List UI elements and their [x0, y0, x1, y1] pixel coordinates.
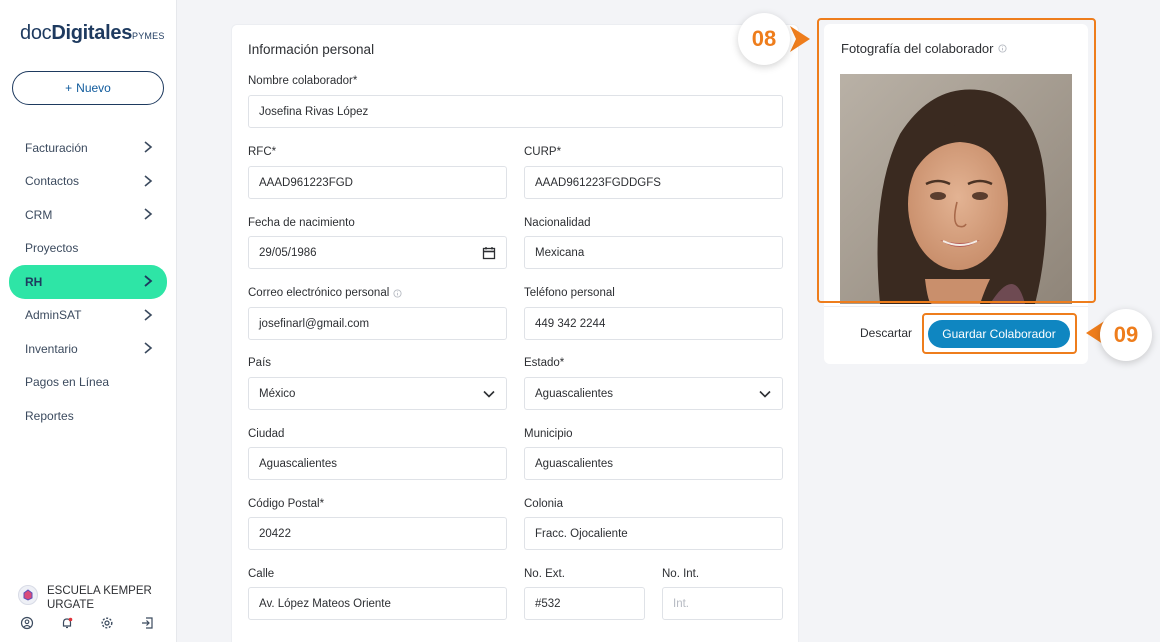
field-label-municipio: Municipio [524, 428, 573, 440]
sidebar-item-pagos[interactable]: Pagos en Línea [0, 366, 177, 400]
new-button-label: Nuevo [76, 81, 111, 95]
sidebar-item-label: AdminSAT [25, 308, 82, 323]
new-button[interactable]: + Nuevo [12, 71, 164, 105]
telefono-input[interactable]: 449 342 2244 [524, 307, 783, 340]
user-circle-icon[interactable] [20, 616, 60, 630]
info-icon[interactable] [393, 288, 402, 298]
field-label-colonia: Colonia [524, 498, 563, 510]
sidebar-footer [20, 616, 180, 630]
save-collaborator-button[interactable]: Guardar Colaborador [928, 320, 1070, 348]
codigo-postal-input[interactable]: 20422 [248, 517, 507, 550]
collaborator-photo[interactable] [840, 74, 1072, 304]
actions-divider [824, 306, 1088, 307]
callout-badge-08: 08 [738, 13, 790, 65]
chevron-right-icon [144, 208, 153, 220]
sidebar-nav: Facturación Contactos CRM Proyectos RH A… [0, 131, 177, 433]
portrait-image [840, 74, 1072, 304]
field-label-estado: Estado* [524, 357, 565, 369]
chevron-right-icon [144, 308, 153, 321]
field-label-pais: País [248, 357, 272, 369]
sidebar-item-proyectos[interactable]: Proyectos [0, 232, 177, 266]
sidebar-item-facturacion[interactable]: Facturación [0, 131, 177, 165]
no-int-input[interactable]: Int. [662, 587, 783, 620]
rfc-input[interactable]: AAAD961223FGD [248, 166, 507, 199]
field-label-no-ext: No. Ext. [524, 568, 565, 580]
sidebar-item-adminsat[interactable]: AdminSAT [0, 299, 177, 333]
photo-title: Fotografía del colaborador [841, 41, 1008, 56]
sidebar-item-label: Reportes [25, 408, 74, 423]
field-label-ciudad: Ciudad [248, 428, 285, 440]
sidebar-item-label: Pagos en Línea [25, 375, 110, 390]
chevron-right-icon [144, 141, 153, 153]
company-logo-icon [18, 585, 38, 605]
chevron-right-icon [144, 275, 153, 287]
sidebar-item-label: Proyectos [25, 241, 79, 256]
sidebar-item-label: Contactos [25, 174, 80, 189]
company-switcher[interactable]: ESCUELA KEMPER URGATE [18, 584, 157, 612]
field-label-nombre: Nombre colaborador* [248, 75, 358, 87]
sidebar-item-reportes[interactable]: Reportes [0, 399, 177, 433]
curp-input[interactable]: AAAD961223FGDDGFS [524, 166, 783, 199]
municipio-input[interactable]: Aguascalientes [524, 447, 783, 480]
no-ext-input[interactable]: #532 [524, 587, 645, 620]
gear-icon[interactable] [100, 616, 140, 630]
field-label-cp: Código Postal* [248, 498, 325, 510]
chevron-right-icon [144, 342, 153, 354]
field-label-rfc: RFC* [248, 146, 277, 158]
colonia-input[interactable]: Fracc. Ojocaliente [524, 517, 783, 550]
callout-badge-09: 09 [1100, 309, 1152, 361]
correo-input[interactable]: josefinarl@gmail.com [248, 307, 507, 340]
sidebar-item-label: Inventario [25, 341, 78, 356]
calendar-icon[interactable] [482, 246, 496, 260]
bell-icon[interactable] [60, 616, 100, 630]
chevron-right-icon [144, 174, 153, 187]
sidebar-item-rh[interactable]: RH [9, 265, 167, 299]
nombre-input[interactable]: Josefina Rivas López [248, 95, 783, 128]
sidebar-item-contactos[interactable]: Contactos [0, 165, 177, 199]
calle-input[interactable]: Av. López Mateos Oriente [248, 587, 507, 620]
company-name: ESCUELA KEMPER URGATE [47, 585, 152, 611]
pais-select[interactable]: México [248, 377, 507, 410]
chevron-down-icon [759, 390, 771, 398]
sidebar-item-crm[interactable]: CRM [0, 198, 177, 232]
section-title: Información personal [248, 42, 375, 57]
chevron-down-icon [483, 390, 495, 398]
field-label-fecha: Fecha de nacimiento [248, 217, 355, 229]
fecha-nacimiento-input[interactable]: 29/05/1986 [248, 236, 507, 269]
sidebar-item-label: RH [25, 274, 43, 289]
field-label-nacionalidad: Nacionalidad [524, 217, 591, 229]
field-label-curp: CURP* [524, 146, 562, 158]
sidebar-item-label: CRM [25, 207, 53, 222]
plus-icon: + [65, 81, 73, 95]
info-icon[interactable] [998, 44, 1008, 53]
photo-card: Fotografía del colaborador Descartar Gua… [824, 24, 1088, 364]
sidebar-item-label: Facturación [25, 140, 88, 155]
field-label-calle: Calle [248, 568, 275, 580]
field-label-telefono: Teléfono personal [524, 287, 615, 299]
personal-info-card: Información personal Nombre colaborador*… [231, 24, 799, 642]
field-label-correo: Correo electrónico personal [248, 287, 402, 299]
sidebar-item-inventario[interactable]: Inventario [0, 332, 177, 366]
logout-icon[interactable] [140, 616, 180, 630]
discard-button[interactable]: Descartar [860, 326, 912, 340]
nacionalidad-input[interactable]: Mexicana [524, 236, 783, 269]
field-label-no-int: No. Int. [662, 568, 700, 580]
ciudad-input[interactable]: Aguascalientes [248, 447, 507, 480]
sidebar: docDigitalesPYMES + Nuevo Facturación Co… [0, 0, 177, 642]
app-logo[interactable]: docDigitalesPYMES [20, 22, 165, 45]
callout-arrow-right-icon [790, 26, 810, 52]
estado-select[interactable]: Aguascalientes [524, 377, 783, 410]
